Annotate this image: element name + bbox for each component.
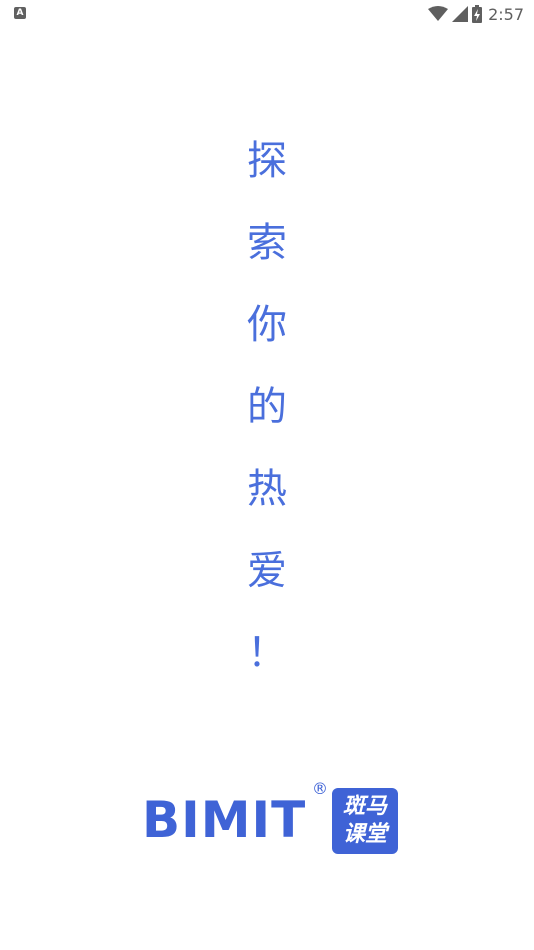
status-indicators: 2:57: [428, 2, 524, 26]
slogan: 探 索 你 的 热 爱 ！: [0, 120, 534, 694]
slogan-char: 探: [247, 138, 287, 184]
slogan-char: 爱: [247, 548, 287, 594]
battery-charging-icon: [472, 5, 483, 23]
notification-icon: A: [14, 7, 26, 19]
logo-badge-line2: 课堂: [342, 822, 387, 847]
slogan-char: 的: [247, 384, 287, 430]
slogan-char: 你: [247, 302, 287, 348]
logo-badge: 斑马 课堂: [332, 788, 398, 854]
logo-badge-line1: 斑马: [342, 794, 387, 819]
registered-mark: ®: [312, 779, 328, 798]
slogan-char: 热: [247, 466, 287, 512]
slogan-char: 索: [247, 220, 287, 266]
status-time: 2:57: [488, 4, 524, 24]
logo-wordmark: BIMIT: [142, 791, 307, 849]
splash-screen: A 2:57 探 索 你 的 热 爱 ！ BIMIT ® 斑马 课堂: [0, 0, 534, 950]
wifi-icon: [428, 6, 449, 22]
signal-icon: [452, 6, 469, 22]
brand-logo: BIMIT ® 斑马 课堂: [142, 780, 402, 860]
status-bar: A 2:57: [0, 0, 534, 28]
slogan-char: ！: [247, 630, 287, 676]
